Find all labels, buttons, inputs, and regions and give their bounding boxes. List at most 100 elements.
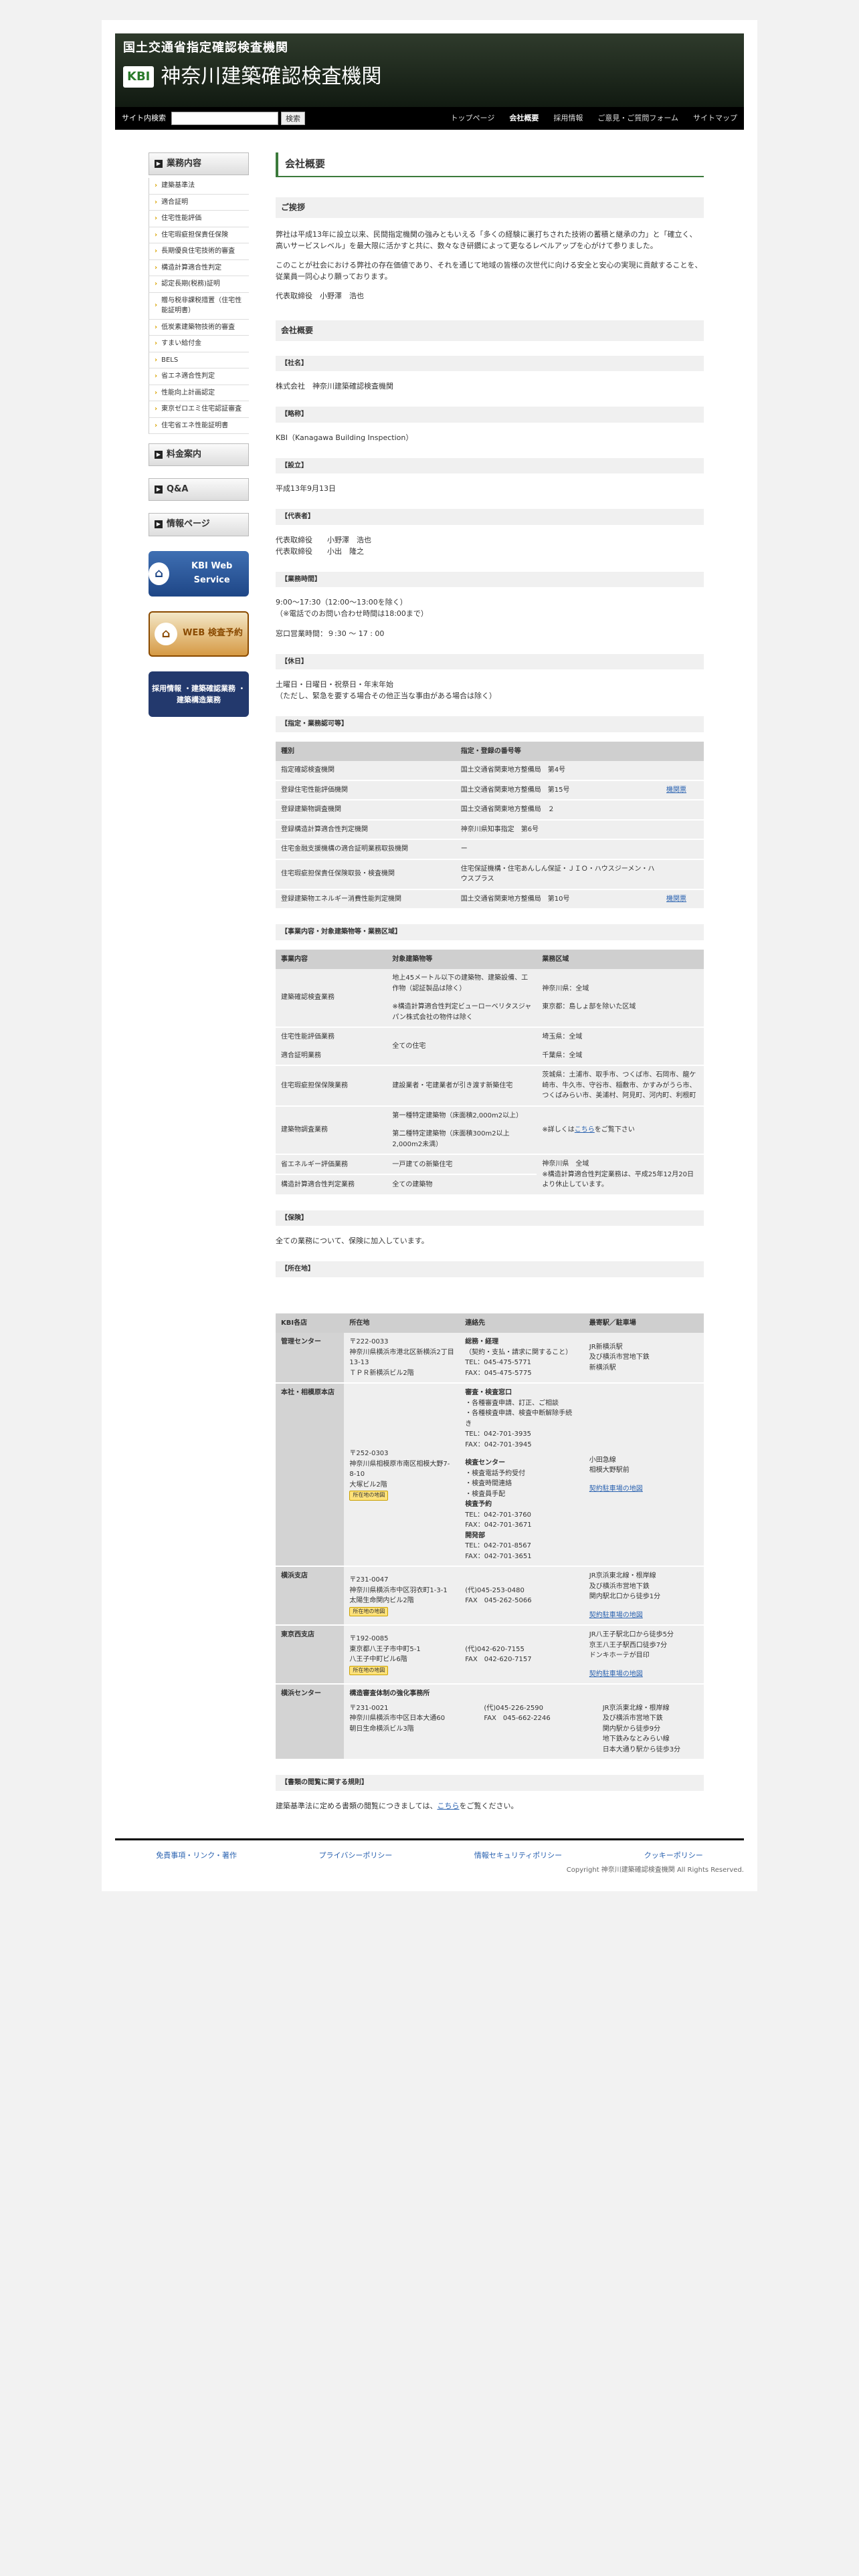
- company-name-heading: 【社名】: [276, 355, 704, 372]
- nav-recruit[interactable]: 採用情報: [553, 112, 583, 124]
- recruit-banner[interactable]: 採用情報 ・建築確認業務 ・建築構造業務: [149, 671, 249, 717]
- arrow-square-icon: ▶: [155, 451, 163, 459]
- web-inspection-banner[interactable]: ⌂ WEB 検査予約: [149, 611, 249, 657]
- greeting-p2: このことが社会における弊社の存在価値であり、それを通じて地域の皆様の次世代に向け…: [276, 260, 702, 281]
- site-name[interactable]: 神奈川建築確認検査機関: [161, 62, 381, 93]
- header-subtitle: 国土交通省指定確認検査機関: [123, 41, 288, 55]
- chevron-right-icon: ›: [155, 247, 158, 255]
- nav-sitemap[interactable]: サイトマップ: [693, 112, 737, 124]
- sidebar-item[interactable]: › 低炭素建築物技術的審査: [149, 319, 249, 336]
- chevron-right-icon: ›: [155, 372, 158, 381]
- chevron-right-icon: ›: [155, 215, 158, 223]
- chevron-right-icon: ›: [155, 356, 158, 364]
- holiday-2: （ただし、緊急を要する場合その他正当な事由がある場合は除く）: [276, 691, 496, 701]
- kbi-logo[interactable]: KBI: [123, 66, 155, 88]
- footer-cookie-link[interactable]: クッキーポリシー: [644, 1850, 703, 1861]
- footer-disclaimer-link[interactable]: 免責事項・リンク・著作: [156, 1850, 237, 1861]
- hours-heading: 【業務時間】: [276, 571, 704, 588]
- hours-1: 9:00〜17:30（12:00〜13:00を除く）: [276, 598, 407, 607]
- table-header: 指定・登録の番号等: [455, 741, 661, 762]
- menu-head-services[interactable]: ▶ 業務内容: [149, 152, 249, 176]
- sidebar-item[interactable]: › 構造計算適合性判定: [149, 259, 249, 277]
- table-row: 横浜支店 〒231-0047 神奈川県横浜市中区羽衣町1-3-1 太陽生命関内ビル2…: [276, 1566, 704, 1626]
- chevron-right-icon: ›: [155, 340, 158, 348]
- sidebar-item[interactable]: › 認定長期(税務)証明: [149, 276, 249, 293]
- table-row: 住宅性能評価業務 適合証明業務 全ての住宅 埼玉県：全域 千葉県：全域: [276, 1027, 704, 1067]
- table-header: KBI各店: [276, 1313, 345, 1333]
- sidebar-item[interactable]: › 贈与税非課税措置（住宅性能証明書）: [149, 292, 249, 320]
- map-button[interactable]: 所在地の地図: [349, 1665, 389, 1676]
- table-header: 最寄駅／駐車場: [583, 1313, 704, 1333]
- table-row: 建築確認検査業務 地上45メートル以下の建築物、建築設備、工作物（認証製品は除く…: [276, 969, 704, 1029]
- holiday-heading: 【休日】: [276, 653, 704, 670]
- sidebar-item[interactable]: › 住宅省エネ性能証明書: [149, 417, 249, 435]
- abbr-heading: 【略称】: [276, 407, 704, 423]
- sidebar-item[interactable]: › すまい給付金: [149, 336, 249, 352]
- footer-security-link[interactable]: 情報セキュリティポリシー: [474, 1850, 562, 1861]
- parking-map-link[interactable]: 契約駐車場の地図: [589, 1612, 643, 1619]
- house-icon: ⌂: [155, 622, 178, 645]
- insurance-text: 全ての業務について、保険に加入しています。: [276, 1237, 429, 1246]
- chevron-right-icon: ›: [155, 405, 158, 413]
- chevron-right-icon: ›: [155, 198, 158, 206]
- table-row: 管理センター 〒222-0033 神奈川県横浜市港北区新横浜2丁目13-13 ＴＰＲ…: [276, 1333, 704, 1384]
- table-row: 住宅金融支援機構の適合証明業務取扱機関ー: [276, 839, 704, 860]
- kikanhyo-link[interactable]: 機関票: [666, 895, 686, 903]
- parking-map-link[interactable]: 契約駐車場の地図: [589, 1671, 643, 1678]
- table-header: 種別: [276, 741, 456, 762]
- menu-head-fee[interactable]: ▶ 料金案内: [149, 443, 249, 467]
- sidebar-item[interactable]: › 省エネ適合性判定: [149, 368, 249, 385]
- insurance-heading: 【保険】: [276, 1210, 704, 1226]
- page-title: 会社概要: [276, 152, 704, 178]
- search-input[interactable]: [171, 112, 278, 125]
- menu-head-info[interactable]: ▶ 情報ページ: [149, 513, 249, 536]
- main-content: 会社概要 ご挨拶 弊社は平成13年に設立以来、民間指定機関の強みともいえる「多く…: [276, 152, 704, 1812]
- table-row: 住宅瑕疵担保責任保険取扱・検査機関 住宅保証機構・住宅あんしん保証・ＪＩＯ・ハウス…: [276, 859, 704, 890]
- kbi-web-service-banner[interactable]: ⌂ KBI Web Service: [149, 550, 249, 597]
- sidebar-item[interactable]: › 性能向上計画認定: [149, 385, 249, 402]
- menu-head-qa[interactable]: ▶ Q&A: [149, 478, 249, 502]
- map-button[interactable]: 所在地の地図: [349, 1491, 389, 1501]
- arrow-square-icon: ▶: [155, 160, 163, 169]
- sidebar-item[interactable]: › 東京ゼロエミ住宅認証審査: [149, 401, 249, 418]
- search-button[interactable]: 検索: [281, 112, 305, 125]
- sidebar-item[interactable]: › 長期優良住宅技術的審査: [149, 243, 249, 260]
- location-table: KBI各店 所在地 連絡先 最寄駅／駐車場 管理センター 〒222-0033 神奈川県横…: [276, 1313, 704, 1761]
- sidebar: ▶ 業務内容 › 建築基準法 › 適合証明 › 住宅性能評価 › 住宅瑕疵担保責任保険 ›…: [149, 152, 249, 1812]
- business-heading: 【事業内容・対象建築物等・業務区域】: [276, 924, 704, 940]
- map-button[interactable]: 所在地の地図: [349, 1606, 389, 1617]
- table-header: [661, 741, 704, 762]
- table-row: 登録構造計算適合性判定機関 神奈川県知事指定 第6号: [276, 819, 704, 841]
- sidebar-item[interactable]: › 住宅瑕疵担保責任保険: [149, 227, 249, 244]
- area-detail-link[interactable]: こちら: [575, 1126, 595, 1134]
- sidebar-item[interactable]: › 住宅性能評価: [149, 211, 249, 227]
- kikanhyo-link[interactable]: 機関票: [666, 786, 686, 794]
- table-row: 横浜センター 構造審査体制の強化事務所 〒231-0021 神奈川県横浜市中区日本…: [276, 1684, 704, 1761]
- chevron-right-icon: ›: [155, 323, 158, 331]
- sidebar-item[interactable]: › 適合証明: [149, 194, 249, 211]
- search-label: サイト内検索: [122, 114, 166, 123]
- greeting-sign: 代表取締役 小野澤 浩也: [276, 292, 364, 301]
- rep-heading: 【代表者】: [276, 509, 704, 525]
- established: 平成13年9月13日: [276, 484, 336, 494]
- table-header: 事業内容: [276, 949, 387, 970]
- document-rules-link[interactable]: こちら: [437, 1802, 459, 1810]
- table-header: 所在地: [344, 1313, 460, 1333]
- nav-company[interactable]: 会社概要: [509, 112, 539, 124]
- table-row: 建築物調査業務 第一種特定建築物（床面積2,000m2以上） 第二種特定建築物（床…: [276, 1105, 704, 1156]
- table-header: 業務区域: [537, 949, 704, 970]
- copyright: Copyright 神奈川建築確認検査機関 All Rights Reserve…: [566, 1866, 744, 1874]
- arrow-square-icon: ▶: [155, 486, 163, 494]
- table-row: 登録住宅性能評価機関 国土交通省関東地方整備局 第15号 機関票: [276, 780, 704, 801]
- chevron-right-icon: ›: [155, 389, 158, 397]
- parking-map-link[interactable]: 契約駐車場の地図: [589, 1485, 643, 1493]
- nav-top[interactable]: トップページ: [451, 112, 495, 124]
- sidebar-item[interactable]: › 建築基準法: [149, 178, 249, 195]
- footer-privacy-link[interactable]: プライバシーポリシー: [319, 1850, 393, 1861]
- table-row: 省エネルギー評価業務 一戸建ての新築住宅 神奈川県 全域 ※構造計算適合性判定業務…: [276, 1154, 704, 1196]
- footer-links: 免責事項・リンク・著作 プライバシーポリシー 情報セキュリティポリシー クッキー…: [115, 1840, 744, 1865]
- arrow-square-icon: ▶: [155, 520, 163, 529]
- nav-contact[interactable]: ご意見・ご質問フォーム: [597, 112, 678, 124]
- sidebar-item[interactable]: › BELS: [149, 352, 249, 369]
- chevron-right-icon: ›: [155, 280, 158, 288]
